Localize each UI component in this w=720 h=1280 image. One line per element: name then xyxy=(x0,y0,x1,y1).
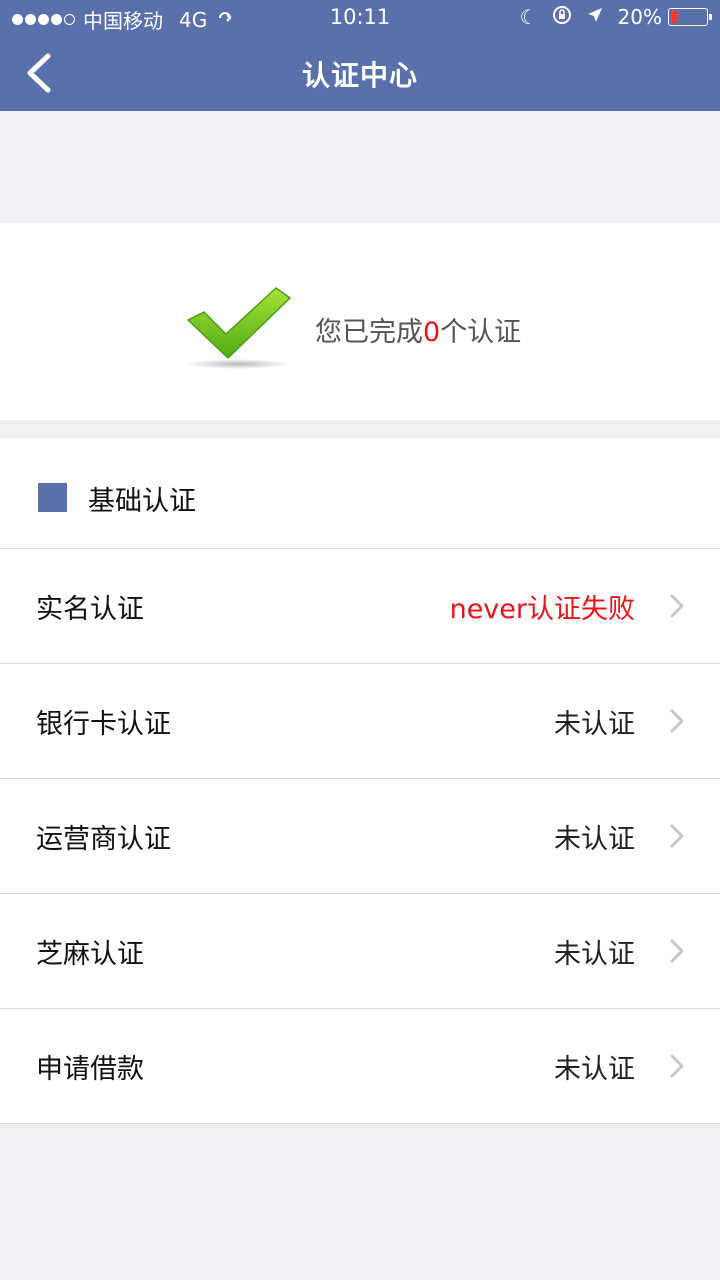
nav-bar: 认证中心 xyxy=(0,36,720,111)
moon-icon: ☾ xyxy=(519,5,538,29)
row-label: 银行卡认证 xyxy=(36,709,171,740)
rotation-lock-icon xyxy=(552,5,572,29)
checkmark-icon xyxy=(184,282,294,376)
chevron-right-icon xyxy=(670,939,684,963)
summary-suffix: 个认证 xyxy=(440,317,522,348)
section-marker xyxy=(38,483,67,512)
status-right: ☾ 20% xyxy=(506,5,712,29)
row-status: 未认证 xyxy=(554,1054,635,1085)
header: 中国移动 4G 10:11 ☾ 20% 认证中心 xyxy=(0,0,720,111)
battery-level xyxy=(671,11,678,23)
row-status: 未认证 xyxy=(554,709,635,740)
completion-summary: 您已完成0个认证 xyxy=(315,310,521,349)
row-status: 未认证 xyxy=(554,824,635,855)
row-sesame[interactable]: 芝麻认证 未认证 xyxy=(0,894,720,1009)
row-status: never认证失败 xyxy=(449,594,635,625)
status-bar: 中国移动 4G 10:11 ☾ 20% xyxy=(0,0,720,36)
battery-percent: 20% xyxy=(617,5,662,29)
chevron-right-icon xyxy=(670,824,684,848)
row-apply-loan[interactable]: 申请借款 未认证 xyxy=(0,1009,720,1124)
row-status: 未认证 xyxy=(554,939,635,970)
row-carrier[interactable]: 运营商认证 未认证 xyxy=(0,779,720,894)
verification-list: 基础认证 实名认证 never认证失败 银行卡认证 未认证 运营商认证 未认证 … xyxy=(0,438,720,1124)
page-title: 认证中心 xyxy=(301,59,418,92)
row-label: 申请借款 xyxy=(36,1054,144,1085)
section-title: 基础认证 xyxy=(88,486,196,517)
row-label: 运营商认证 xyxy=(36,824,171,855)
row-label: 实名认证 xyxy=(36,594,144,625)
row-label: 芝麻认证 xyxy=(36,939,144,970)
battery-icon xyxy=(668,8,712,26)
chevron-right-icon xyxy=(670,1054,684,1078)
section-header: 基础认证 xyxy=(0,438,720,549)
completed-count: 0 xyxy=(423,317,441,348)
chevron-right-icon xyxy=(670,709,684,733)
row-real-name[interactable]: 实名认证 never认证失败 xyxy=(0,549,720,664)
location-arrow-icon xyxy=(586,6,604,28)
chevron-right-icon xyxy=(670,594,684,618)
summary-prefix: 您已完成 xyxy=(315,317,423,348)
row-bank-card[interactable]: 银行卡认证 未认证 xyxy=(0,664,720,779)
